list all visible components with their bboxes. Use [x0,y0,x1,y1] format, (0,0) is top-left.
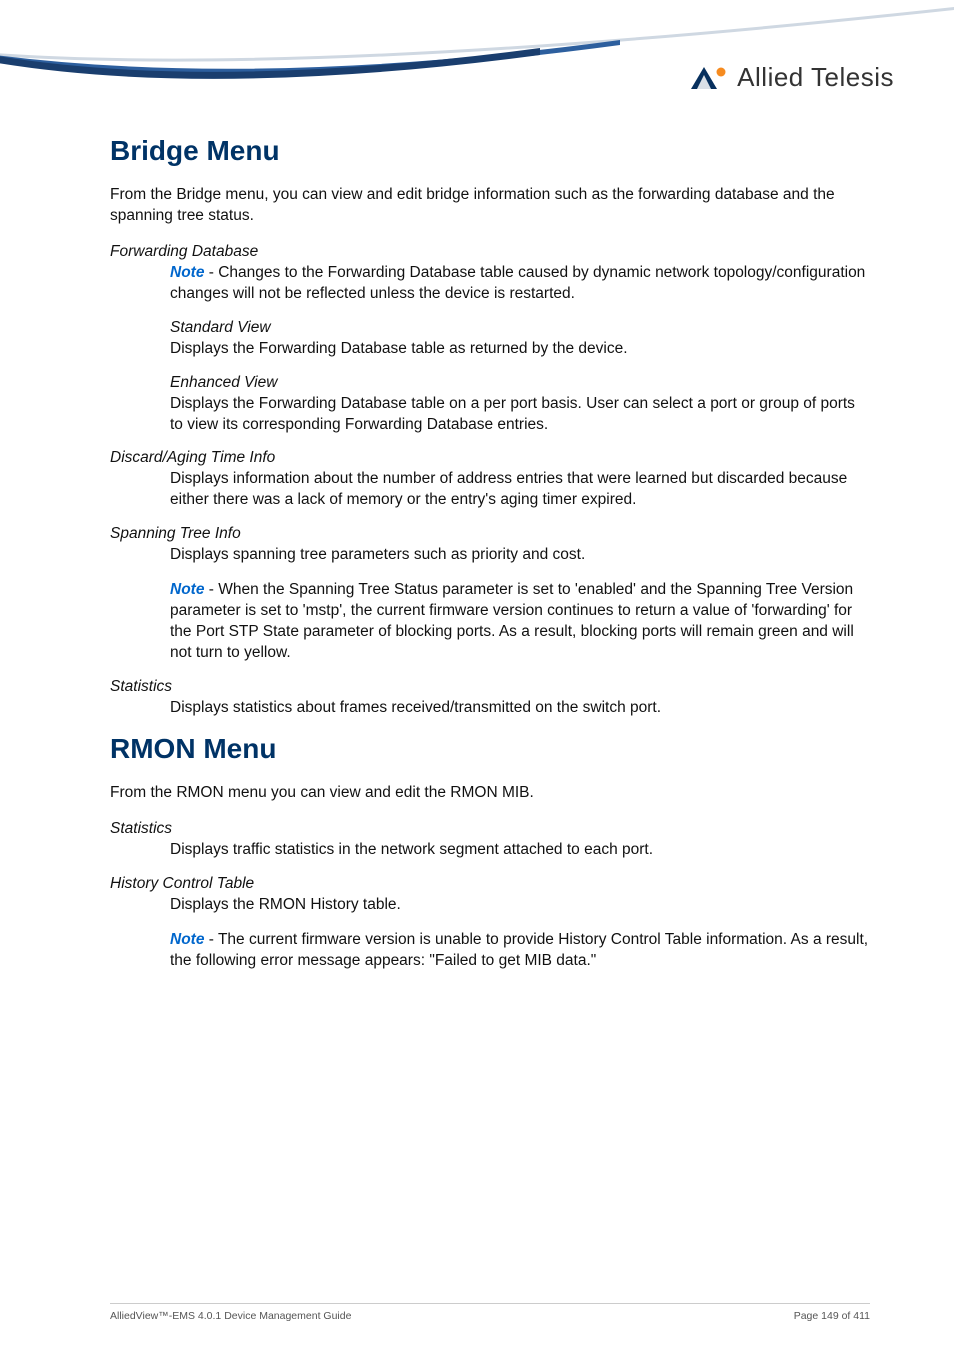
history-control-note-body: - The current firmware version is unable… [170,931,868,969]
forwarding-database-note: Note - Changes to the Forwarding Databas… [170,263,870,305]
note-label: Note [170,264,204,281]
page-content: Bridge Menu From the Bridge menu, you ca… [110,135,870,985]
discard-aging-label: Discard/Aging Time Info [110,449,870,467]
history-control-note: Note - The current firmware version is u… [170,930,870,972]
bridge-statistics-label: Statistics [110,678,870,696]
spanning-tree-note: Note - When the Spanning Tree Status par… [170,580,870,664]
spanning-tree-body: Displays spanning tree parameters such a… [170,545,870,566]
bridge-intro: From the Bridge menu, you can view and e… [110,185,870,227]
bridge-statistics-body: Displays statistics about frames receive… [170,698,870,719]
rmon-menu-heading: RMON Menu [110,733,870,765]
forwarding-database-label: Forwarding Database [110,243,870,261]
standard-view-label: Standard View [170,319,870,337]
forwarding-database-note-body: - Changes to the Forwarding Database tab… [170,264,865,302]
allied-telesis-mark-icon [691,65,729,91]
footer-doc-title: AlliedView™-EMS 4.0.1 Device Management … [110,1310,351,1322]
note-label: Note [170,581,204,598]
bridge-menu-heading: Bridge Menu [110,135,870,167]
rmon-intro: From the RMON menu you can view and edit… [110,783,870,804]
history-control-label: History Control Table [110,875,870,893]
rmon-statistics-body: Displays traffic statistics in the netwo… [170,840,870,861]
history-control-body: Displays the RMON History table. [170,895,870,916]
standard-view-body: Displays the Forwarding Database table a… [170,339,870,360]
brand-name: Allied Telesis [737,62,894,93]
spanning-tree-label: Spanning Tree Info [110,525,870,543]
page-footer: AlliedView™-EMS 4.0.1 Device Management … [110,1303,870,1322]
header-swoosh-graphic [0,0,954,120]
enhanced-view-body: Displays the Forwarding Database table o… [170,394,870,436]
brand-logo: Allied Telesis [691,62,894,93]
rmon-statistics-label: Statistics [110,820,870,838]
note-label: Note [170,931,204,948]
spanning-tree-note-body: - When the Spanning Tree Status paramete… [170,581,854,661]
enhanced-view-label: Enhanced View [170,374,870,392]
discard-aging-body: Displays information about the number of… [170,469,870,511]
footer-page-number: Page 149 of 411 [794,1310,870,1322]
